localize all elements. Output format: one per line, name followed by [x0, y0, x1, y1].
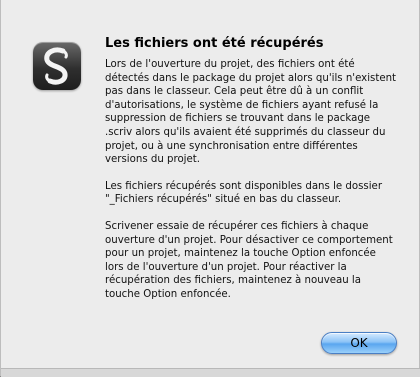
message-paragraph: Les fichiers récupérés sont disponibles …: [105, 180, 383, 206]
message-paragraph: Lors de l'ouverture du projet, des fichi…: [105, 59, 397, 166]
alert-dialog: Les fichiers ont été récupérés Lors de l…: [0, 0, 420, 377]
ok-button[interactable]: OK: [321, 332, 397, 354]
dialog-title: Les fichiers ont été récupérés: [105, 36, 324, 51]
message-paragraph: Scrivener essaie de récupérer ces fichie…: [105, 220, 393, 300]
dialog-message: Lors de l'ouverture du projet, des fichi…: [105, 58, 397, 315]
scrivener-app-icon: [33, 42, 81, 90]
